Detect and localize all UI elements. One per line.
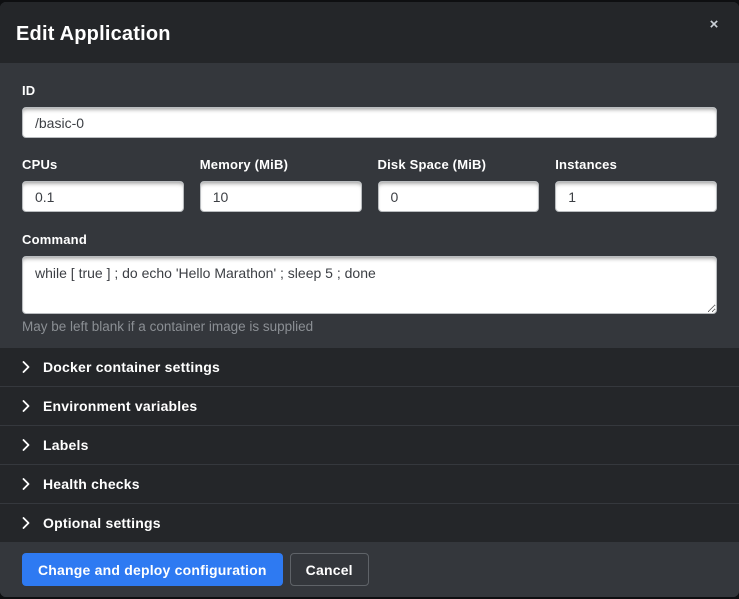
memory-field-group: Memory (MiB) xyxy=(200,157,362,212)
section-label: Labels xyxy=(43,437,89,453)
chevron-right-icon xyxy=(22,400,30,412)
command-help-text: May be left blank if a container image i… xyxy=(22,319,717,334)
edit-application-modal: Edit Application × ID CPUs Memory (MiB) … xyxy=(0,2,739,597)
id-field-group: ID xyxy=(22,83,717,138)
change-and-deploy-button[interactable]: Change and deploy configuration xyxy=(22,553,283,586)
id-label: ID xyxy=(22,83,717,98)
disk-input[interactable] xyxy=(378,181,540,212)
section-label: Optional settings xyxy=(43,515,161,531)
modal-header: Edit Application × xyxy=(0,2,739,63)
cpus-field-group: CPUs xyxy=(22,157,184,212)
resources-row: CPUs Memory (MiB) Disk Space (MiB) Insta… xyxy=(22,157,717,212)
section-health-checks[interactable]: Health checks xyxy=(0,465,739,504)
memory-label: Memory (MiB) xyxy=(200,157,362,172)
cpus-label: CPUs xyxy=(22,157,184,172)
section-label: Health checks xyxy=(43,476,140,492)
section-environment-variables[interactable]: Environment variables xyxy=(0,387,739,426)
command-label: Command xyxy=(22,232,717,247)
accordion-sections: Docker container settings Environment va… xyxy=(0,348,739,542)
section-label: Docker container settings xyxy=(43,359,220,375)
disk-label: Disk Space (MiB) xyxy=(378,157,540,172)
instances-label: Instances xyxy=(555,157,717,172)
chevron-right-icon xyxy=(22,361,30,373)
modal-title: Edit Application xyxy=(16,23,171,46)
section-label: Environment variables xyxy=(43,398,197,414)
modal-footer: Change and deploy configuration Cancel xyxy=(0,542,739,597)
instances-input[interactable] xyxy=(555,181,717,212)
section-labels[interactable]: Labels xyxy=(0,426,739,465)
close-icon[interactable]: × xyxy=(703,14,725,36)
cpus-input[interactable] xyxy=(22,181,184,212)
memory-input[interactable] xyxy=(200,181,362,212)
chevron-right-icon xyxy=(22,478,30,490)
command-textarea[interactable]: while [ true ] ; do echo 'Hello Marathon… xyxy=(22,256,717,314)
cancel-button[interactable]: Cancel xyxy=(290,553,369,586)
command-field-group: Command while [ true ] ; do echo 'Hello … xyxy=(22,232,717,334)
chevron-right-icon xyxy=(22,517,30,529)
chevron-right-icon xyxy=(22,439,30,451)
disk-field-group: Disk Space (MiB) xyxy=(378,157,540,212)
section-docker-container-settings[interactable]: Docker container settings xyxy=(0,348,739,387)
section-optional-settings[interactable]: Optional settings xyxy=(0,504,739,542)
id-input[interactable] xyxy=(22,107,717,138)
instances-field-group: Instances xyxy=(555,157,717,212)
form-body: ID CPUs Memory (MiB) Disk Space (MiB) In… xyxy=(0,63,739,348)
